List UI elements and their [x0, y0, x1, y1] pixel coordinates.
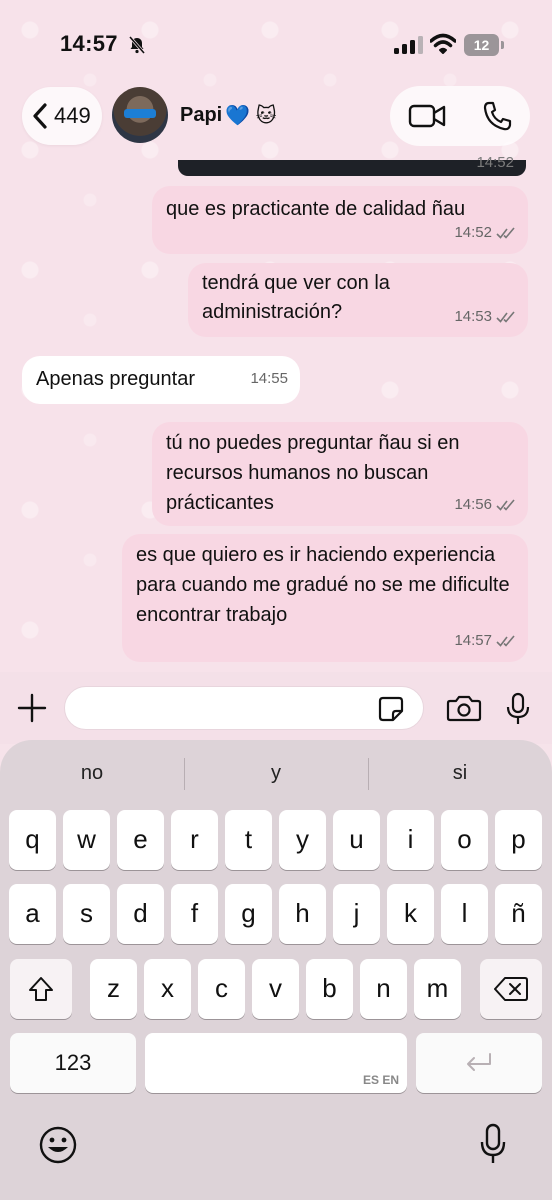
contact-name[interactable]: Papi 💙 🐱 [180, 103, 277, 128]
key[interactable]: d [117, 884, 164, 944]
key[interactable]: x [144, 959, 191, 1019]
key[interactable]: u [333, 810, 380, 870]
key[interactable]: j [333, 884, 380, 944]
key[interactable]: l [441, 884, 488, 944]
message-time: 14:52 [454, 224, 492, 241]
message-time: 14:52 [476, 154, 514, 171]
key[interactable]: f [171, 884, 218, 944]
space-key[interactable]: ES EN [145, 1033, 407, 1093]
message-bubble[interactable]: que es practicante de calidad ñau 14:52 [152, 186, 528, 254]
battery-icon: 12 [464, 34, 504, 56]
key[interactable]: y [279, 810, 326, 870]
suggestion-item[interactable]: no [2, 762, 182, 785]
key[interactable]: v [252, 959, 299, 1019]
key[interactable]: w [63, 810, 110, 870]
message-text: es que quiero es ir haciendo experiencia… [136, 544, 510, 626]
delete-icon [494, 977, 528, 1001]
key[interactable]: n [360, 959, 407, 1019]
sticker-icon[interactable] [378, 696, 404, 722]
plus-icon[interactable] [16, 692, 48, 724]
shift-icon [29, 977, 53, 1001]
suggestion-item[interactable]: si [370, 762, 550, 785]
shift-key[interactable] [10, 959, 72, 1019]
message-time: 14:55 [250, 370, 288, 387]
key[interactable]: q [9, 810, 56, 870]
key[interactable]: p [495, 810, 542, 870]
call-actions [390, 86, 530, 146]
wifi-icon [430, 33, 456, 54]
key[interactable]: a [9, 884, 56, 944]
key[interactable]: s [63, 884, 110, 944]
key[interactable]: b [306, 959, 353, 1019]
delete-key[interactable] [480, 959, 542, 1019]
phone-icon[interactable] [482, 100, 512, 132]
key[interactable]: t [225, 810, 272, 870]
key[interactable]: i [387, 810, 434, 870]
camera-icon[interactable] [446, 694, 482, 722]
return-icon [467, 1053, 491, 1071]
status-bar: 14:57 12 [0, 0, 552, 80]
composer-bar [0, 672, 552, 744]
suggestion-item[interactable]: y [186, 762, 366, 785]
contact-name-text: Papi [180, 104, 223, 126]
message-text: Apenas preguntar [36, 368, 196, 390]
unread-count: 449 [54, 103, 91, 128]
return-key[interactable] [416, 1033, 542, 1093]
bell-slash-icon [128, 36, 146, 54]
key[interactable]: h [279, 884, 326, 944]
key[interactable]: e [117, 810, 164, 870]
message-bubble[interactable]: tú no puedes preguntar ñau si en recurso… [152, 422, 528, 526]
contact-name-emojis: 💙 🐱 [225, 105, 277, 127]
key[interactable]: c [198, 959, 245, 1019]
read-receipt-icon [496, 635, 515, 647]
read-receipt-icon [496, 499, 515, 511]
message-time: 14:53 [454, 308, 492, 325]
media-message-partial[interactable]: 14:52 [178, 154, 526, 176]
back-button[interactable]: 449 [22, 87, 102, 145]
chevron-left-icon [33, 103, 47, 129]
status-time: 14:57 [60, 31, 118, 56]
language-label: ES EN [362, 1073, 399, 1087]
message-text: tendrá que ver con la administración? [202, 272, 390, 323]
signal-icon [394, 36, 423, 54]
message-bubble[interactable]: Apenas preguntar 14:55 [22, 356, 300, 404]
message-input[interactable] [64, 686, 424, 730]
microphone-icon[interactable] [506, 692, 530, 726]
read-receipt-icon [496, 227, 515, 239]
key[interactable]: ñ [495, 884, 542, 944]
key[interactable]: k [387, 884, 434, 944]
message-bubble[interactable]: tendrá que ver con la administración? 14… [188, 263, 528, 337]
message-time: 14:57 [454, 632, 492, 649]
key[interactable]: m [414, 959, 461, 1019]
key[interactable]: z [90, 959, 137, 1019]
emoji-icon[interactable] [38, 1125, 78, 1165]
video-call-icon[interactable] [408, 103, 446, 129]
numbers-key[interactable]: 123 [10, 1033, 136, 1093]
contact-avatar[interactable] [112, 87, 168, 143]
dictation-icon[interactable] [480, 1122, 506, 1166]
key[interactable]: o [441, 810, 488, 870]
key[interactable]: r [171, 810, 218, 870]
message-bubble[interactable]: es que quiero es ir haciendo experiencia… [122, 534, 528, 662]
read-receipt-icon [496, 310, 515, 323]
message-time: 14:56 [454, 496, 492, 513]
key[interactable]: g [225, 884, 272, 944]
battery-level: 12 [464, 34, 499, 56]
